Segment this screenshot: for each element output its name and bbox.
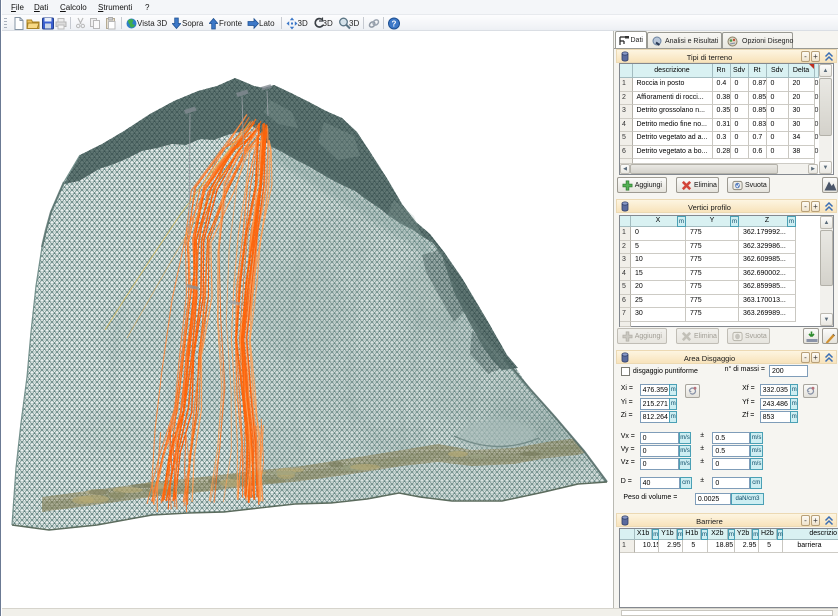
svg-text:?: ? — [391, 20, 396, 29]
